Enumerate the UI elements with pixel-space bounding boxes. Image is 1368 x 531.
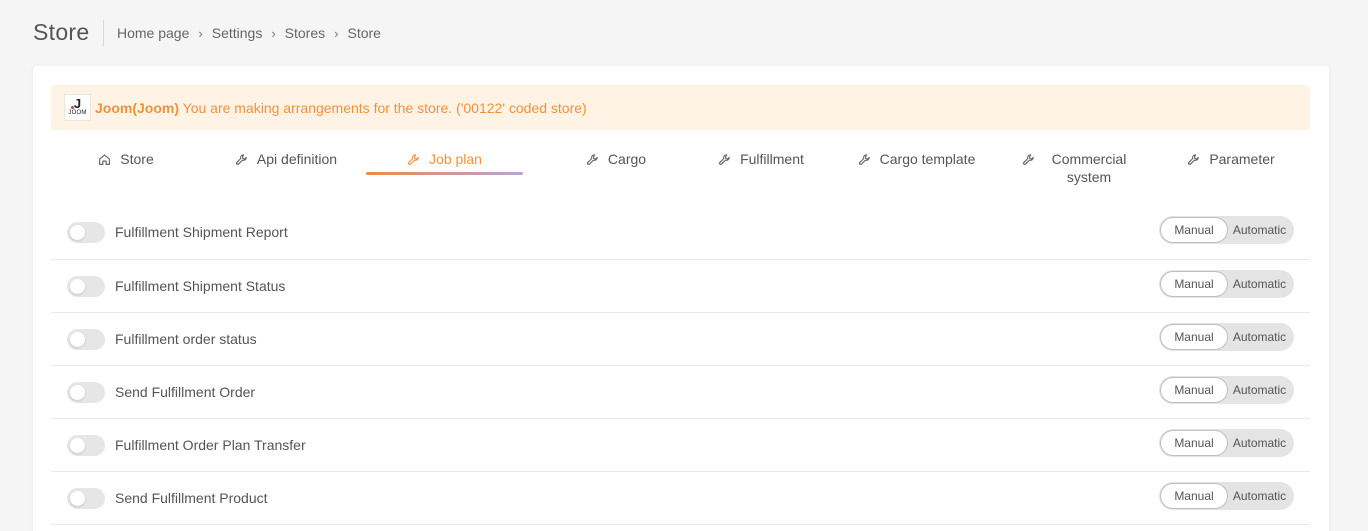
job-label: Send Fulfillment Product — [115, 490, 268, 506]
job-row: Fulfillment Order Plan Transfer Automati… — [51, 419, 1310, 472]
job-enable-toggle[interactable] — [67, 222, 105, 243]
wrench-icon — [1022, 154, 1034, 165]
joom-logo-mark: J — [70, 96, 82, 111]
joom-logo-text: JOOM — [68, 110, 87, 116]
chevron-right-icon: › — [334, 25, 339, 41]
job-label: Fulfillment Shipment Status — [115, 278, 286, 294]
wrench-icon — [719, 154, 730, 165]
job-enable-toggle[interactable] — [67, 488, 105, 509]
tab-label: Fulfillment — [740, 151, 804, 167]
tab-api-definition[interactable]: Api definition — [211, 144, 361, 178]
mode-manual-option[interactable]: Manual — [1160, 324, 1228, 350]
job-label: Fulfillment order status — [115, 331, 257, 347]
mode-switch: Automatic Manual — [1159, 482, 1294, 510]
chevron-right-icon: › — [271, 25, 276, 41]
tab-label: Store — [120, 151, 154, 167]
tab-cargo-template[interactable]: Cargo template — [839, 144, 994, 178]
store-settings-card: J JOOM Joom(Joom) You are making arrange… — [33, 66, 1329, 531]
tab-job-plan[interactable]: Job plan — [366, 144, 523, 178]
job-label: Fulfillment Order Plan Transfer — [115, 437, 306, 453]
wrench-icon — [408, 154, 419, 165]
joom-logo: J JOOM — [64, 94, 91, 121]
title-divider — [103, 20, 104, 47]
job-label: Fulfillment Shipment Report — [115, 224, 288, 240]
job-enable-toggle[interactable] — [67, 276, 105, 297]
tab-store[interactable]: Store — [71, 144, 181, 178]
job-label: Send Fulfillment Order — [115, 384, 256, 400]
store-alert: J JOOM Joom(Joom) You are making arrange… — [51, 85, 1310, 130]
wrench-icon — [1188, 154, 1200, 165]
tab-parameter[interactable]: Parameter — [1171, 144, 1291, 178]
mode-manual-option[interactable]: Manual — [1160, 271, 1228, 297]
mode-switch: Automatic Manual — [1159, 376, 1294, 404]
job-plan-list: Fulfillment Shipment Report Automatic Ma… — [51, 206, 1310, 525]
mode-automatic-option[interactable]: Automatic — [1225, 270, 1294, 298]
job-enable-toggle[interactable] — [67, 435, 105, 456]
job-row: Fulfillment order status Automatic Manua… — [51, 313, 1310, 366]
tab-label: Cargo — [607, 151, 647, 167]
job-row: Send Fulfillment Product Automatic Manua… — [51, 472, 1310, 525]
chevron-right-icon: › — [198, 25, 203, 41]
active-tab-indicator — [366, 172, 523, 175]
tab-label: Cargo template — [879, 151, 976, 167]
job-row: Fulfillment Shipment Status Automatic Ma… — [51, 260, 1310, 313]
home-icon — [99, 154, 111, 165]
mode-switch: Automatic Manual — [1159, 270, 1294, 298]
mode-switch: Automatic Manual — [1159, 429, 1294, 457]
mode-automatic-option[interactable]: Automatic — [1225, 376, 1294, 404]
job-enable-toggle[interactable] — [67, 382, 105, 403]
tab-commercial-system[interactable]: Commercial system — [1003, 144, 1153, 185]
job-row: Send Fulfillment Order Automatic Manual — [51, 366, 1310, 419]
wrench-icon — [586, 154, 598, 165]
tab-label: Job plan — [429, 151, 482, 167]
mode-automatic-option[interactable]: Automatic — [1225, 216, 1294, 244]
mode-automatic-option[interactable]: Automatic — [1225, 429, 1294, 457]
tab-cargo[interactable]: Cargo — [551, 144, 681, 178]
job-row: Fulfillment Shipment Report Automatic Ma… — [51, 206, 1310, 260]
mode-manual-option[interactable]: Manual — [1160, 217, 1228, 243]
tab-label: Api definition — [256, 151, 338, 167]
tab-label: Commercial system — [1051, 151, 1127, 185]
alert-text: You are making arrangements for the stor… — [182, 99, 587, 116]
page-header: Store Home page › Settings › Stores › St… — [0, 0, 1368, 66]
alert-message: Joom(Joom) You are making arrangements f… — [95, 100, 587, 116]
mode-switch: Automatic Manual — [1159, 216, 1294, 244]
tab-fulfillment[interactable]: Fulfillment — [696, 144, 826, 178]
alert-store-name: Joom(Joom) — [95, 99, 179, 116]
job-enable-toggle[interactable] — [67, 329, 105, 350]
breadcrumb: Home page › Settings › Stores › Store — [117, 25, 381, 41]
mode-automatic-option[interactable]: Automatic — [1225, 482, 1294, 510]
breadcrumb-stores[interactable]: Stores — [285, 25, 325, 41]
mode-switch: Automatic Manual — [1159, 323, 1294, 351]
tab-label: Parameter — [1209, 151, 1275, 167]
breadcrumb-settings[interactable]: Settings — [212, 25, 263, 41]
mode-automatic-option[interactable]: Automatic — [1225, 323, 1294, 351]
mode-manual-option[interactable]: Manual — [1160, 377, 1228, 403]
breadcrumb-home[interactable]: Home page — [117, 25, 189, 41]
store-tabs: Store Api definition Job plan Cargo Fulf… — [51, 144, 1310, 188]
wrench-icon — [235, 154, 247, 165]
mode-manual-option[interactable]: Manual — [1160, 483, 1228, 509]
wrench-icon — [858, 154, 870, 165]
breadcrumb-current: Store — [347, 25, 381, 41]
page-title: Store — [33, 19, 90, 45]
mode-manual-option[interactable]: Manual — [1160, 430, 1228, 456]
